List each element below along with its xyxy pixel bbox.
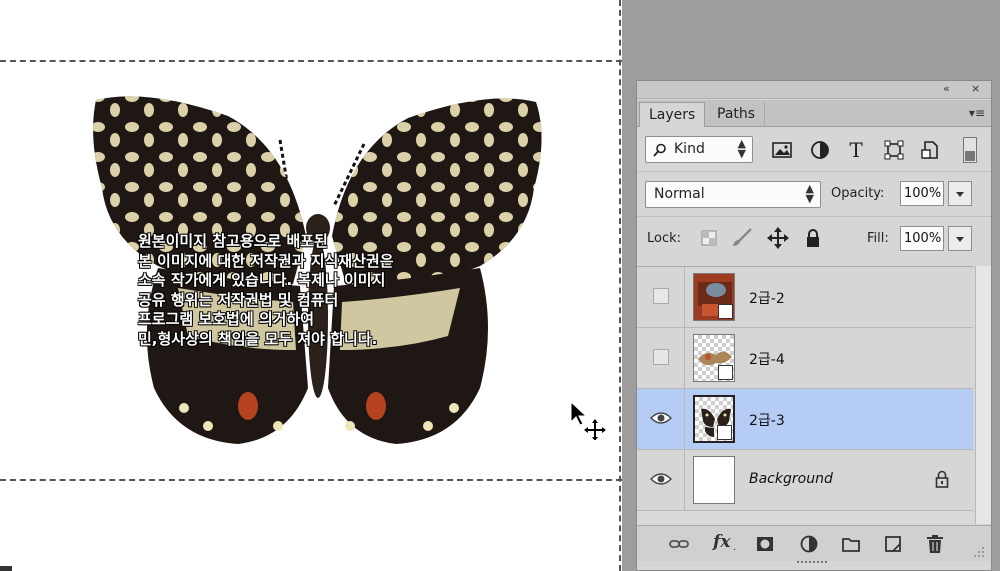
- panel-title-bar[interactable]: « ×: [637, 81, 991, 99]
- link-layers-icon[interactable]: [669, 534, 689, 554]
- layer-name[interactable]: 2급-4: [749, 349, 785, 369]
- panel-tab-bar: Layers Paths ▾≡: [637, 100, 991, 127]
- adjustment-filter-icon[interactable]: [809, 139, 831, 161]
- tab-paths[interactable]: Paths: [708, 102, 766, 127]
- watermark-line: 원본이미지 참고용으로 배포된: [138, 232, 328, 250]
- filter-row: Kind ▲ ▼ T: [637, 128, 991, 172]
- filter-kind-select[interactable]: Kind ▲ ▼: [645, 136, 753, 163]
- layers-panel[interactable]: « × Layers Paths ▾≡ Kind ▲ ▼ T Normal ▲ …: [636, 80, 992, 571]
- visibility-toggle[interactable]: [637, 450, 685, 511]
- watermark-line: 본 이미지에 대한 저작권과 지식재산권은: [138, 251, 394, 270]
- blend-mode-value: Normal: [654, 186, 705, 202]
- blend-mode-select[interactable]: Normal ▲ ▼: [645, 181, 821, 208]
- collapse-panel-button[interactable]: «: [943, 82, 950, 95]
- add-mask-icon[interactable]: [755, 534, 775, 554]
- delete-layer-icon[interactable]: [925, 534, 945, 554]
- fx-icon[interactable]: fx: [713, 532, 730, 552]
- layer-thumbnail[interactable]: [693, 273, 735, 321]
- lock-position-icon[interactable]: [767, 227, 789, 249]
- lock-icon: [935, 470, 949, 488]
- opacity-input[interactable]: 100%: [900, 181, 944, 206]
- search-icon: [653, 143, 666, 157]
- lock-image-pixels-icon[interactable]: [731, 228, 753, 248]
- visibility-off-box[interactable]: [653, 288, 669, 304]
- smart-object-badge-icon: [717, 425, 732, 440]
- tab-layers[interactable]: Layers: [639, 102, 706, 127]
- layer-row-2급-4[interactable]: 2급-4: [637, 328, 973, 389]
- layer-thumbnail[interactable]: [693, 456, 735, 504]
- select-arrows-icon: ▲ ▼: [737, 137, 746, 160]
- marquee-bottom-edge: [0, 479, 622, 481]
- watermark-line: 프로그램 보호법에 의거하여: [138, 310, 315, 328]
- shape-filter-icon[interactable]: [883, 139, 905, 161]
- layer-name[interactable]: 2급-2: [749, 288, 785, 308]
- smart-object-badge-icon: [718, 304, 733, 319]
- smart-object-badge-icon: [718, 365, 733, 380]
- layers-scrollbar[interactable]: [975, 266, 991, 524]
- layer-row-2급-3[interactable]: 2급-3: [637, 389, 973, 450]
- layers-list[interactable]: 2급-2 2급-4 2급-3 Background: [637, 266, 973, 524]
- type-filter-icon[interactable]: T: [845, 139, 867, 161]
- visibility-toggle[interactable]: [637, 389, 685, 450]
- lock-label: Lock:: [647, 231, 682, 246]
- lock-row: Lock: Fill: 100%: [637, 218, 991, 262]
- marquee-right-edge: [619, 0, 621, 571]
- opacity-label: Opacity:: [831, 186, 885, 201]
- visibility-toggle[interactable]: [637, 267, 685, 328]
- fill-dropdown-button[interactable]: [948, 226, 972, 251]
- new-group-icon[interactable]: [841, 534, 861, 554]
- fx-dropdown-dot: .: [733, 542, 737, 553]
- layer-row-2급-2[interactable]: 2급-2: [637, 267, 973, 328]
- watermark-line: 민,형사상의 책임을 모두 져야 합니다.: [138, 329, 378, 348]
- lock-all-icon[interactable]: [805, 228, 821, 248]
- layer-name[interactable]: Background: [749, 471, 833, 487]
- canvas-corner-mark: [0, 566, 12, 571]
- watermark-line: 공유 행위는 저작권법 및 컴퓨터: [138, 290, 339, 309]
- copyright-watermark: 원본이미지 참고용으로 배포된 본 이미지에 대한 저작권과 지식재산권은 소속…: [138, 232, 518, 349]
- image-filter-icon[interactable]: [771, 139, 793, 161]
- filter-toggle-switch[interactable]: [963, 137, 977, 163]
- select-arrows-icon: ▲ ▼: [805, 182, 814, 205]
- panel-menu-icon[interactable]: ▾≡: [969, 106, 985, 120]
- fill-input[interactable]: 100%: [900, 226, 944, 251]
- visibility-off-box[interactable]: [653, 349, 669, 365]
- eye-icon[interactable]: [650, 411, 672, 425]
- visibility-toggle[interactable]: [637, 328, 685, 389]
- layer-thumbnail[interactable]: [693, 395, 735, 443]
- marquee-top-edge: [0, 60, 622, 62]
- opacity-dropdown-button[interactable]: [948, 181, 972, 206]
- panel-bottom-toolbar: fx .: [637, 525, 991, 561]
- resize-corner-icon[interactable]: [971, 546, 985, 558]
- lock-transparent-pixels-icon[interactable]: [701, 230, 717, 246]
- blend-row: Normal ▲ ▼ Opacity: 100%: [637, 173, 991, 217]
- layer-thumbnail[interactable]: [693, 334, 735, 382]
- svg-text:T: T: [849, 139, 863, 161]
- close-panel-button[interactable]: ×: [971, 82, 980, 95]
- move-tool-cursor-icon: [570, 400, 606, 440]
- smart-object-filter-icon[interactable]: [919, 139, 941, 161]
- adjustment-layer-icon[interactable]: [799, 534, 819, 554]
- eye-icon[interactable]: [650, 472, 672, 486]
- document-canvas[interactable]: 원본이미지 참고용으로 배포된 본 이미지에 대한 저작권과 지식재산권은 소속…: [0, 0, 622, 571]
- layer-name[interactable]: 2급-3: [749, 410, 785, 430]
- panel-resize-grip[interactable]: [797, 559, 831, 565]
- watermark-line: 소속 작가에게 있습니다. 복제나 이미지: [138, 271, 386, 289]
- layer-row-background[interactable]: Background: [637, 450, 973, 511]
- fill-label: Fill:: [867, 231, 889, 246]
- new-layer-icon[interactable]: [883, 534, 903, 554]
- filter-kind-label: Kind: [674, 141, 705, 157]
